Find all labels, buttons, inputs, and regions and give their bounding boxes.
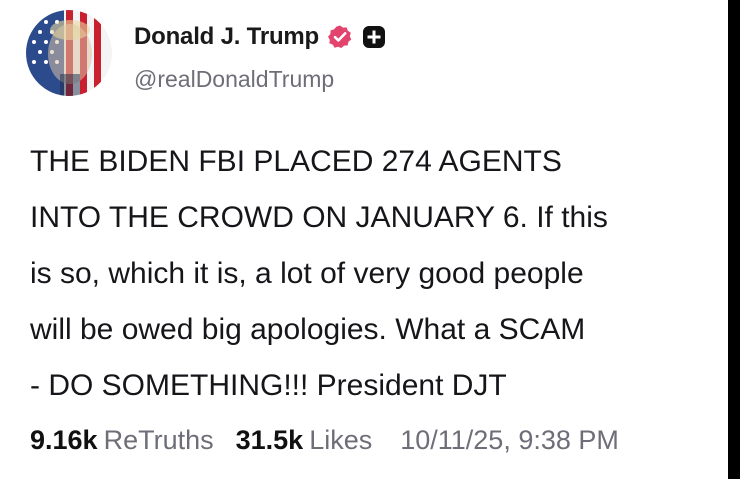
verified-badge-icon [327,24,353,50]
post-text-line: is so, which it is, a lot of very good p… [30,257,584,290]
post-text: THE BIDEN FBI PLACED 274 AGENTS INTO THE… [30,134,724,414]
truth-post-card: Donald J. Trump @realDonaldTrump THE BID… [0,0,728,479]
author-handle[interactable]: @realDonaldTrump [134,66,334,93]
post-text-line: will be owed big apologies. What a SCAM [30,313,586,346]
author-name-row: Donald J. Trump [134,22,387,52]
post-text-line: THE BIDEN FBI PLACED 274 AGENTS [30,145,562,178]
author-display-name[interactable]: Donald J. Trump [134,23,319,51]
avatar-image [26,10,112,96]
post-text-line: - DO SOMETHING!!! President DJT [30,369,507,402]
likes-count: 31.5k [235,425,304,455]
post-text-line: INTO THE CROWD ON JANUARY 6. If this [30,201,608,234]
retruths-stat[interactable]: 9.16k ReTruths [30,425,214,456]
retruths-label: ReTruths [103,425,214,455]
post-timestamp[interactable]: 10/11/25, 9:38 PM [400,425,619,456]
likes-label: Likes [309,425,373,455]
likes-stat[interactable]: 31.5k Likes [236,425,373,456]
plus-square-icon [361,24,387,50]
retruths-count: 9.16k [30,425,98,455]
post-stats: 9.16k ReTruths 31.5k Likes 10/11/25, 9:3… [30,425,619,461]
author-avatar[interactable] [26,10,112,96]
